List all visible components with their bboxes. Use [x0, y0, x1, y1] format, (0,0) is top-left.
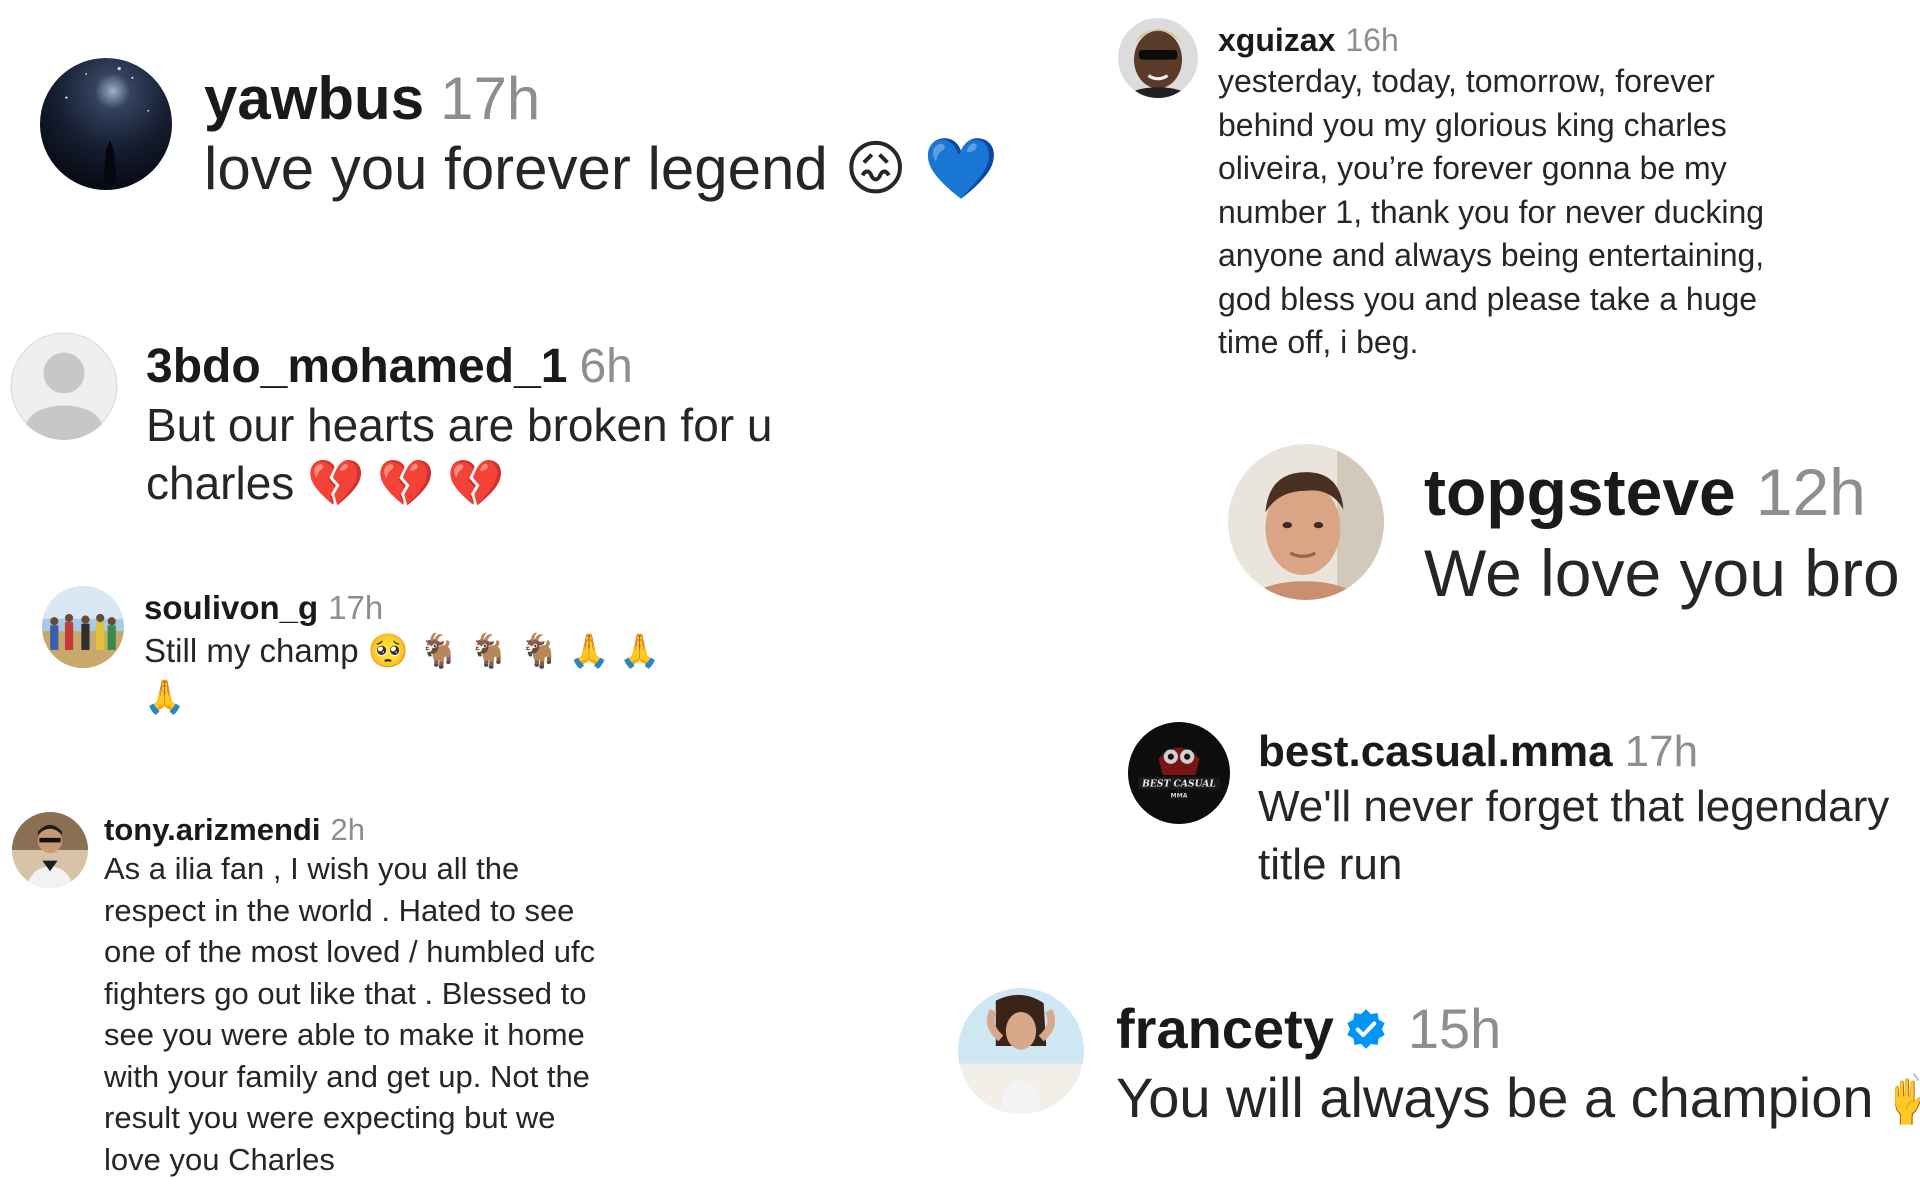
comment-tony-arizmendi: tony.arizmendi 2h As a ilia fan , I wish…: [12, 812, 614, 1180]
timestamp[interactable]: 12h: [1756, 454, 1866, 530]
username[interactable]: xguizax: [1218, 20, 1335, 60]
comment-text: As a ilia fan , I wish you all the respe…: [104, 851, 596, 1177]
username[interactable]: best.casual.mma: [1258, 726, 1613, 778]
svg-text:MMA: MMA: [1171, 792, 1188, 799]
comment-best-casual-mma: BEST CASUAL MMA best.casual.mma 17h We'l…: [1128, 722, 1920, 894]
avatar-photo-image: [1118, 18, 1198, 98]
avatar-photo-image: [12, 812, 88, 888]
avatar[interactable]: [40, 58, 172, 190]
username[interactable]: francety: [1116, 996, 1334, 1062]
comment-text: We love you bro: [1424, 536, 1900, 610]
timestamp[interactable]: 2h: [330, 812, 364, 848]
timestamp[interactable]: 17h: [328, 588, 383, 628]
timestamp[interactable]: 15h: [1408, 996, 1501, 1062]
timestamp[interactable]: 17h: [440, 66, 540, 132]
timestamp[interactable]: 17h: [1625, 726, 1698, 778]
avatar-photo-image: [1228, 444, 1384, 600]
username[interactable]: tony.arizmendi: [104, 812, 320, 848]
comment-text: yesterday, today, tomorrow, forever behi…: [1218, 63, 1765, 360]
username[interactable]: 3bdo_mohamed_1: [146, 338, 567, 396]
verified-badge-icon: [1344, 1007, 1388, 1051]
timestamp[interactable]: 6h: [579, 338, 632, 396]
comment-francety: francety 15h You will always be a champi…: [958, 988, 1920, 1134]
comment-3bdo-mohamed-1: 3bdo_mohamed_1 6h But our hearts are bro…: [10, 332, 806, 512]
comment-yawbus: yawbus 17h love you forever legend 😖 💙: [40, 58, 998, 206]
avatar[interactable]: [1228, 444, 1384, 600]
avatar[interactable]: [42, 586, 124, 668]
avatar-photo-image: [42, 586, 124, 668]
avatar[interactable]: [958, 988, 1084, 1114]
avatar[interactable]: [12, 812, 88, 888]
comment-text: Still my champ 🥺 🐐 🐐 🐐 🙏 🙏 🙏: [144, 632, 661, 715]
best-casual-mma-logo: BEST CASUAL MMA: [1128, 722, 1230, 824]
timestamp[interactable]: 16h: [1345, 20, 1398, 60]
comment-text: We'll never forget that legendary title …: [1258, 782, 1890, 889]
comment-text: You will always be a champion 🙌: [1116, 1066, 1920, 1129]
username[interactable]: topgsteve: [1424, 454, 1736, 530]
username[interactable]: soulivon_g: [144, 588, 318, 628]
avatar-night-sky-image: [40, 58, 172, 190]
avatar-photo-image: [958, 988, 1084, 1114]
comment-text: But our hearts are broken for u charles …: [146, 399, 773, 509]
comment-xguizax: xguizax 16h yesterday, today, tomorrow, …: [1118, 18, 1778, 365]
default-profile-icon: [10, 332, 118, 440]
comment-text: love you forever legend 😖 💙: [204, 135, 999, 202]
svg-text:BEST CASUAL: BEST CASUAL: [1141, 778, 1216, 789]
avatar[interactable]: [1118, 18, 1198, 98]
comment-topgsteve: topgsteve 12h We love you bro: [1228, 444, 1900, 616]
comment-soulivon-g: soulivon_g 17h Still my champ 🥺 🐐 🐐 🐐 🙏 …: [42, 586, 704, 720]
avatar[interactable]: BEST CASUAL MMA: [1128, 722, 1230, 824]
avatar[interactable]: [10, 332, 118, 440]
username[interactable]: yawbus: [204, 66, 424, 132]
